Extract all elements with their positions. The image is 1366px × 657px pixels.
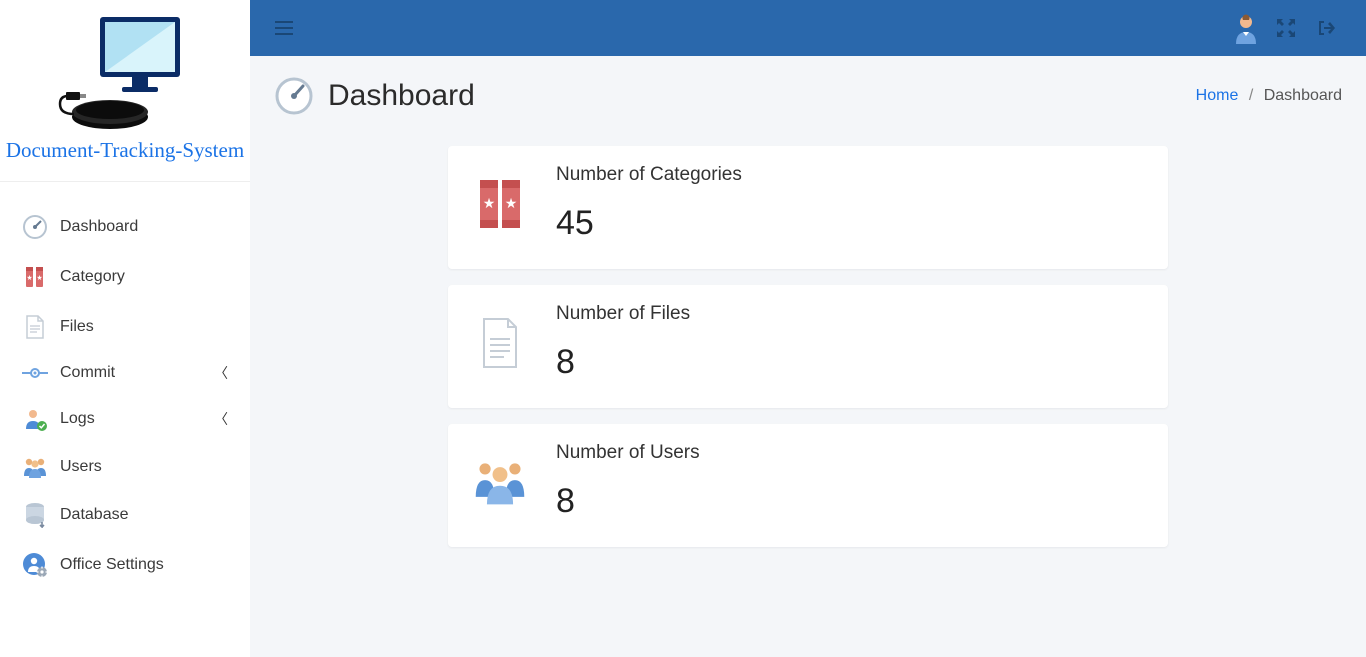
sidebar-item-office-settings[interactable]: Office Settings (0, 540, 250, 590)
cards-container: ★ ★ Number of Categories 45 Number of F (448, 146, 1168, 547)
chevron-left-icon: 〈 (214, 363, 228, 383)
hamburger-icon (275, 19, 293, 37)
user-avatar-button[interactable] (1226, 8, 1266, 48)
medals-icon: ★ ★ (20, 264, 50, 290)
fullscreen-button[interactable] (1266, 8, 1306, 48)
sidebar-item-database[interactable]: Database (0, 490, 250, 540)
svg-text:★: ★ (505, 195, 518, 211)
menu-toggle-button[interactable] (264, 8, 304, 48)
breadcrumb-current: Dashboard (1264, 87, 1342, 104)
medals-icon: ★ ★ (472, 176, 528, 232)
sidebar-item-label: Category (60, 268, 125, 286)
file-icon (472, 317, 528, 369)
card-label: Number of Files (556, 303, 1144, 325)
person-check-icon (20, 406, 50, 432)
sign-out-icon (1317, 19, 1335, 37)
database-icon (20, 502, 50, 528)
avatar-icon (1230, 12, 1262, 44)
breadcrumb: Home / Dashboard (1196, 87, 1342, 105)
card-value: 45 (556, 204, 1144, 243)
gauge-icon (20, 214, 50, 240)
sidebar-nav: Dashboard ★ ★ Category Files (0, 182, 250, 590)
gauge-icon (274, 76, 314, 116)
topbar (250, 0, 1366, 56)
card-label: Number of Categories (556, 164, 1144, 186)
sidebar-item-label: Office Settings (60, 556, 164, 574)
commit-node-icon (20, 367, 50, 379)
sidebar-item-label: Database (60, 506, 129, 524)
sidebar-item-label: Dashboard (60, 218, 138, 236)
svg-text:★: ★ (483, 195, 496, 211)
sidebar-item-label: Logs (60, 410, 95, 428)
sidebar-item-files[interactable]: Files (0, 302, 250, 352)
page-title: Dashboard (328, 79, 475, 113)
file-icon (20, 314, 50, 340)
card-files: Number of Files 8 (448, 285, 1168, 408)
chevron-left-icon: 〈 (214, 409, 228, 429)
card-users: Number of Users 8 (448, 424, 1168, 547)
card-value: 8 (556, 343, 1144, 382)
card-value: 8 (556, 482, 1144, 521)
sidebar-item-logs[interactable]: Logs 〈 (0, 394, 250, 444)
sidebar: Document-Tracking-System Dashboard ★ ★ C… (0, 0, 250, 657)
sidebar-item-users[interactable]: Users (0, 444, 250, 490)
expand-icon (1277, 19, 1295, 37)
sidebar-item-label: Users (60, 458, 102, 476)
sidebar-item-label: Commit (60, 364, 115, 382)
sidebar-item-label: Files (60, 318, 94, 336)
people-icon (472, 458, 528, 506)
people-icon (20, 456, 50, 478)
sidebar-item-commit[interactable]: Commit 〈 (0, 352, 250, 394)
card-categories: ★ ★ Number of Categories 45 (448, 146, 1168, 269)
app-name: Document-Tracking-System (0, 138, 250, 163)
logout-button[interactable] (1306, 8, 1346, 48)
main-area: Dashboard Home / Dashboard ★ ★ (250, 0, 1366, 657)
svg-text:★: ★ (26, 274, 32, 282)
content: Dashboard Home / Dashboard ★ ★ (250, 56, 1366, 657)
page-header: Dashboard Home / Dashboard (274, 76, 1342, 116)
card-label: Number of Users (556, 442, 1144, 464)
sidebar-item-category[interactable]: ★ ★ Category (0, 252, 250, 302)
gear-person-icon (20, 552, 50, 578)
breadcrumb-home-link[interactable]: Home (1196, 87, 1239, 104)
app-logo-icon (50, 12, 200, 132)
svg-text:★: ★ (36, 274, 42, 282)
breadcrumb-separator: / (1249, 87, 1253, 104)
logo-block: Document-Tracking-System (0, 0, 250, 182)
sidebar-item-dashboard[interactable]: Dashboard (0, 202, 250, 252)
